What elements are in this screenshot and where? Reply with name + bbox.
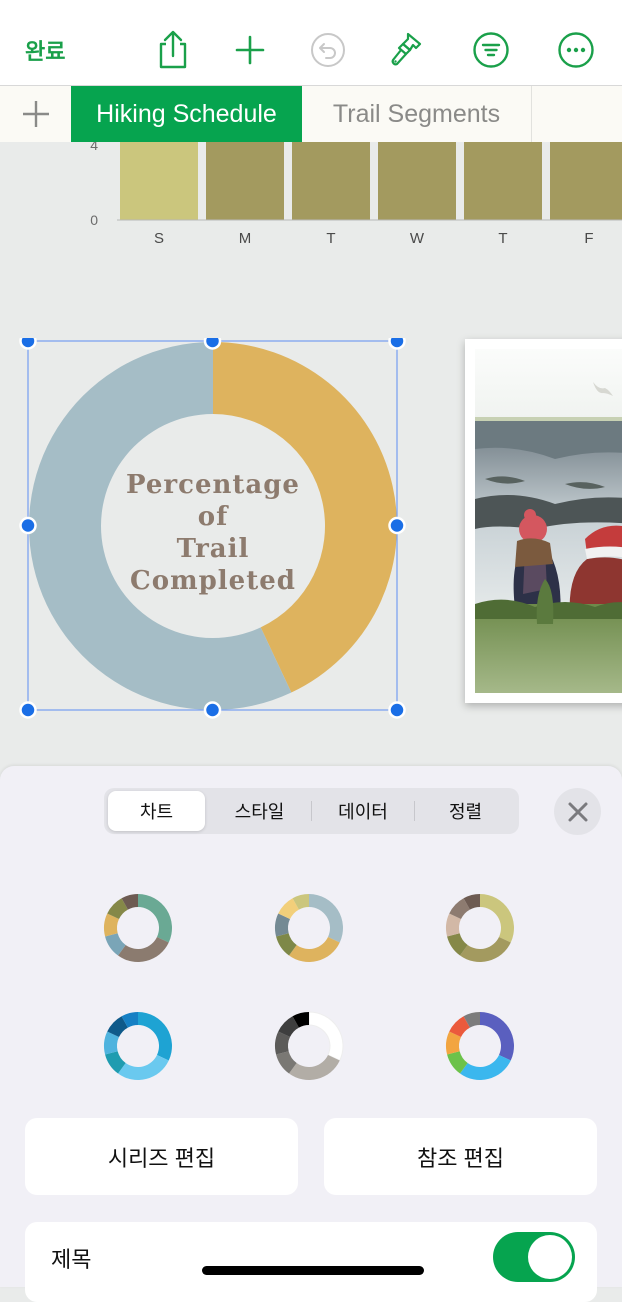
photo-frame[interactable]: [465, 339, 622, 703]
more-icon[interactable]: [556, 30, 596, 70]
resize-handle[interactable]: [19, 332, 37, 350]
swatch-segment: [138, 1012, 172, 1061]
swatch-segment: [480, 894, 514, 943]
swatch-segment: [138, 894, 172, 943]
chart-style-blue[interactable]: [101, 1009, 175, 1083]
tab-arrange[interactable]: 정렬: [415, 791, 516, 831]
undo-icon[interactable]: [308, 30, 348, 70]
close-icon: [568, 802, 587, 821]
bar-0[interactable]: [120, 142, 198, 220]
resize-handle[interactable]: [19, 701, 37, 719]
tab-data[interactable]: 데이터: [312, 791, 414, 831]
add-sheet-button[interactable]: [0, 86, 72, 142]
resize-handle[interactable]: [19, 516, 37, 535]
chart-style-olive[interactable]: [443, 891, 517, 965]
resize-handle[interactable]: [203, 701, 222, 719]
swatch-segment: [460, 1054, 511, 1080]
plus-icon: [22, 101, 49, 127]
title-label: 제목: [51, 1247, 92, 1272]
donut-chart-container[interactable]: Percentage of Trail Completed: [0, 332, 430, 733]
edit-series-button[interactable]: 시리즈 편집: [25, 1118, 298, 1195]
x-tick-label: T: [498, 230, 507, 247]
bar-4[interactable]: [464, 142, 542, 220]
swatch-segment: [289, 1054, 340, 1080]
share-icon[interactable]: [153, 30, 193, 70]
donut-title-line: Percentage: [126, 470, 300, 500]
chart-style-grayscale[interactable]: [272, 1009, 346, 1083]
home-indicator: [202, 1266, 424, 1275]
tab-hiking-schedule[interactable]: Hiking Schedule: [71, 86, 302, 142]
sheet-canvas: 0 4 S M T W T F Percentage of Trail Completed: [0, 142, 622, 767]
resize-handle[interactable]: [388, 516, 406, 535]
x-tick-label: F: [584, 230, 593, 247]
chart-style-vivid[interactable]: [443, 1009, 517, 1083]
tab-chart[interactable]: 차트: [108, 791, 205, 831]
y-tick-label: 4: [90, 142, 98, 153]
chart-style-sky-gold[interactable]: [272, 891, 346, 965]
y-tick-label: 0: [90, 212, 98, 228]
tab-style[interactable]: 스타일: [208, 791, 311, 831]
toggle-knob: [528, 1235, 572, 1279]
chart-style-earth[interactable]: [101, 891, 175, 965]
swatch-segment: [118, 936, 169, 962]
donut-chart[interactable]: PercentageofTrailCompleted: [0, 332, 430, 728]
tab-third-partial[interactable]: [532, 86, 622, 142]
swatch-segment: [309, 894, 343, 943]
panel-tab-control: 차트 스타일 데이터 정렬: [104, 788, 519, 834]
x-tick-label: T: [326, 230, 335, 247]
format-brush-icon[interactable]: [386, 30, 426, 70]
donut-title-line: of: [198, 502, 229, 532]
x-tick-label: W: [410, 230, 425, 247]
organize-icon[interactable]: [471, 30, 511, 70]
add-icon[interactable]: [230, 30, 270, 70]
swatch-segment: [460, 936, 511, 962]
title-row: 제목: [25, 1222, 597, 1302]
sheet-tabs: Hiking Schedule Trail Segments: [0, 86, 622, 143]
done-button[interactable]: 완료: [25, 34, 65, 66]
hikers-photo: [475, 349, 622, 693]
bar-chart[interactable]: 0 4 S M T W T F: [0, 142, 622, 262]
resize-handle[interactable]: [388, 701, 406, 719]
bar-2[interactable]: [292, 142, 370, 220]
chart-format-panel: 차트 스타일 데이터 정렬 시리즈 편집 참조 편집 제목: [0, 766, 622, 1302]
donut-title-line: Trail: [177, 534, 250, 564]
swatch-segment: [480, 1012, 514, 1061]
tab-trail-segments[interactable]: Trail Segments: [302, 86, 532, 142]
resize-handle[interactable]: [388, 332, 406, 350]
swatch-segment: [289, 936, 340, 962]
donut-title-line: Completed: [130, 566, 296, 596]
swatch-segment: [118, 1054, 169, 1080]
title-toggle[interactable]: [493, 1232, 575, 1282]
edit-references-button[interactable]: 참조 편집: [324, 1118, 597, 1195]
close-panel-button[interactable]: [554, 788, 601, 835]
bar-1[interactable]: [206, 142, 284, 220]
resize-handle[interactable]: [203, 332, 222, 350]
bar-5[interactable]: [550, 142, 622, 220]
bar-3[interactable]: [378, 142, 456, 220]
x-tick-label: M: [239, 230, 252, 247]
toolbar: 완료: [0, 0, 622, 86]
x-tick-label: S: [154, 230, 164, 247]
swatch-segment: [308, 1011, 344, 1062]
